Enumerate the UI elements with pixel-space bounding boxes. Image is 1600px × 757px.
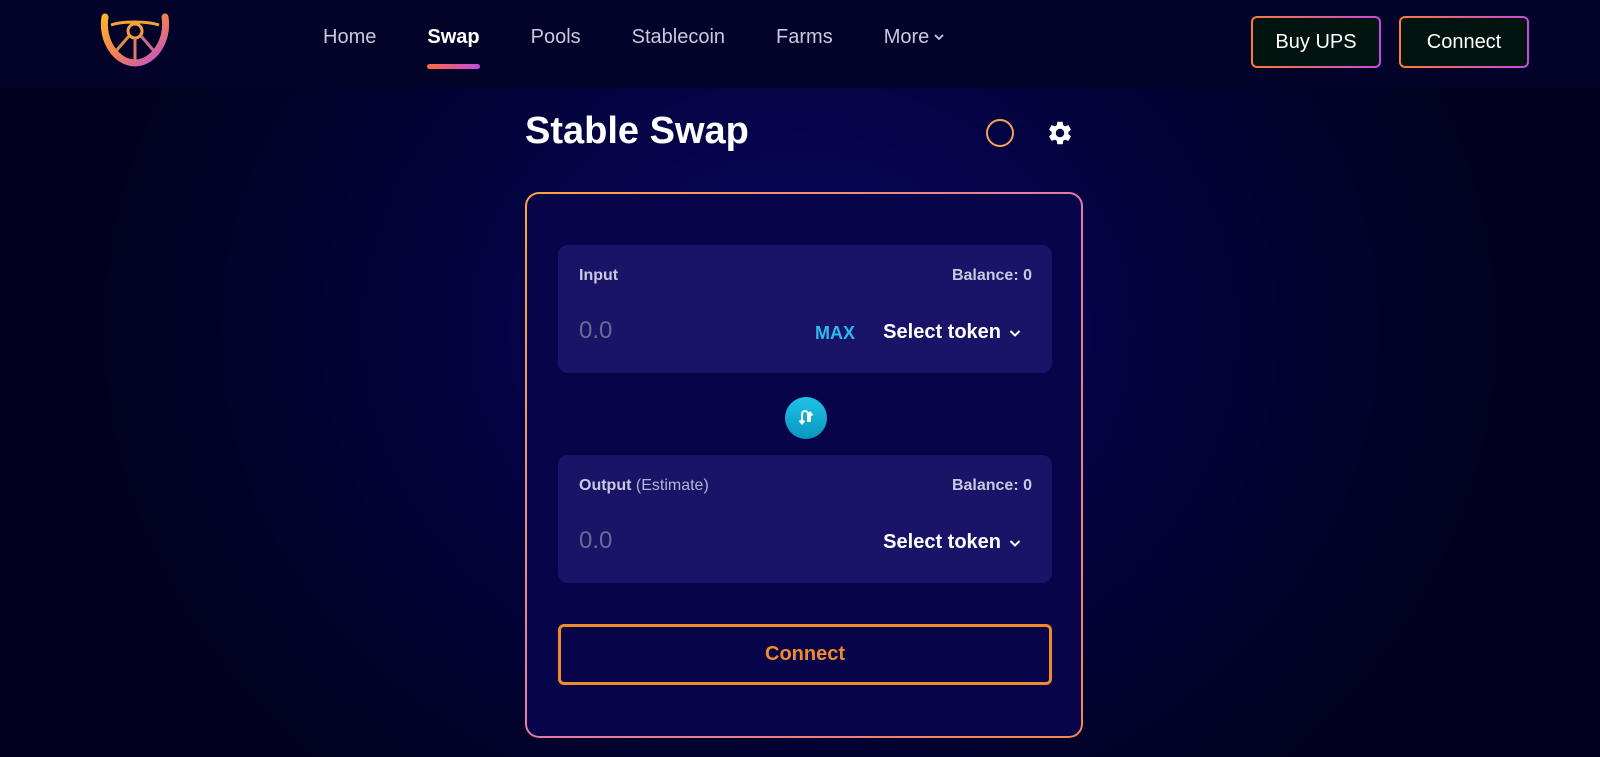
nav-item-label: More bbox=[883, 26, 930, 48]
chevron-down-icon bbox=[934, 34, 944, 41]
output-balance: Balance: 0 bbox=[951, 477, 1032, 494]
active-tab-indicator bbox=[427, 64, 480, 69]
connect-button-label: Connect bbox=[765, 643, 845, 665]
connect-wallet-button[interactable]: Connect bbox=[1399, 16, 1529, 68]
nav-item-label: Home bbox=[323, 26, 377, 48]
top-navbar: Home Swap Pools Stablecoin Farms More Bu… bbox=[0, 0, 1600, 88]
output-select-token-button[interactable]: Select token bbox=[883, 531, 1022, 554]
input-panel: Input Balance: 0 MAX Select token bbox=[558, 245, 1052, 373]
input-select-token-button[interactable]: Select token bbox=[883, 321, 1022, 344]
chevron-down-icon bbox=[1009, 539, 1021, 547]
input-balance: Balance: 0 bbox=[951, 267, 1032, 284]
nav-item-more[interactable]: More bbox=[884, 24, 946, 50]
select-token-label: Select token bbox=[883, 321, 1001, 343]
nav-item-pools[interactable]: Pools bbox=[531, 24, 581, 50]
max-button[interactable]: MAX bbox=[815, 323, 855, 344]
nav-item-stablecoin[interactable]: Stablecoin bbox=[632, 24, 725, 50]
nav-item-label: Swap bbox=[427, 26, 480, 48]
input-label: Input bbox=[579, 267, 619, 284]
nav-item-label: Pools bbox=[530, 26, 581, 48]
connect-wallet-label: Connect bbox=[1426, 30, 1502, 53]
steering-wheel-logo-icon[interactable] bbox=[99, 11, 171, 67]
select-token-label: Select token bbox=[883, 531, 1001, 553]
swap-direction-button[interactable] bbox=[785, 397, 827, 439]
nav-item-label: Farms bbox=[776, 26, 833, 48]
output-label-main: Output bbox=[579, 477, 632, 494]
buy-ups-label: Buy UPS bbox=[1275, 30, 1357, 53]
output-label-estimate: (Estimate) bbox=[635, 477, 709, 494]
ring-icon bbox=[986, 119, 1014, 147]
nav-item-swap[interactable]: Swap bbox=[427, 24, 480, 69]
buy-ups-button[interactable]: Buy UPS bbox=[1251, 16, 1381, 68]
gear-icon[interactable] bbox=[1046, 119, 1074, 147]
connect-button[interactable]: Connect bbox=[558, 624, 1052, 685]
swap-arrows-icon bbox=[798, 410, 814, 426]
input-amount-field[interactable] bbox=[579, 315, 779, 347]
page-title: Stable Swap bbox=[525, 110, 749, 152]
output-label: Output (Estimate) bbox=[579, 477, 709, 495]
nav-item-label: Stablecoin bbox=[631, 26, 726, 48]
output-panel: Output (Estimate) Balance: 0 Select toke… bbox=[558, 455, 1052, 583]
nav-item-home[interactable]: Home bbox=[323, 24, 376, 50]
main-nav: Home Swap Pools Stablecoin Farms More bbox=[323, 24, 996, 69]
swap-card: Input Balance: 0 MAX Select token Output… bbox=[525, 192, 1083, 738]
nav-item-farms[interactable]: Farms bbox=[776, 24, 833, 50]
output-amount-field[interactable] bbox=[579, 525, 779, 557]
chevron-down-icon bbox=[1009, 329, 1021, 337]
